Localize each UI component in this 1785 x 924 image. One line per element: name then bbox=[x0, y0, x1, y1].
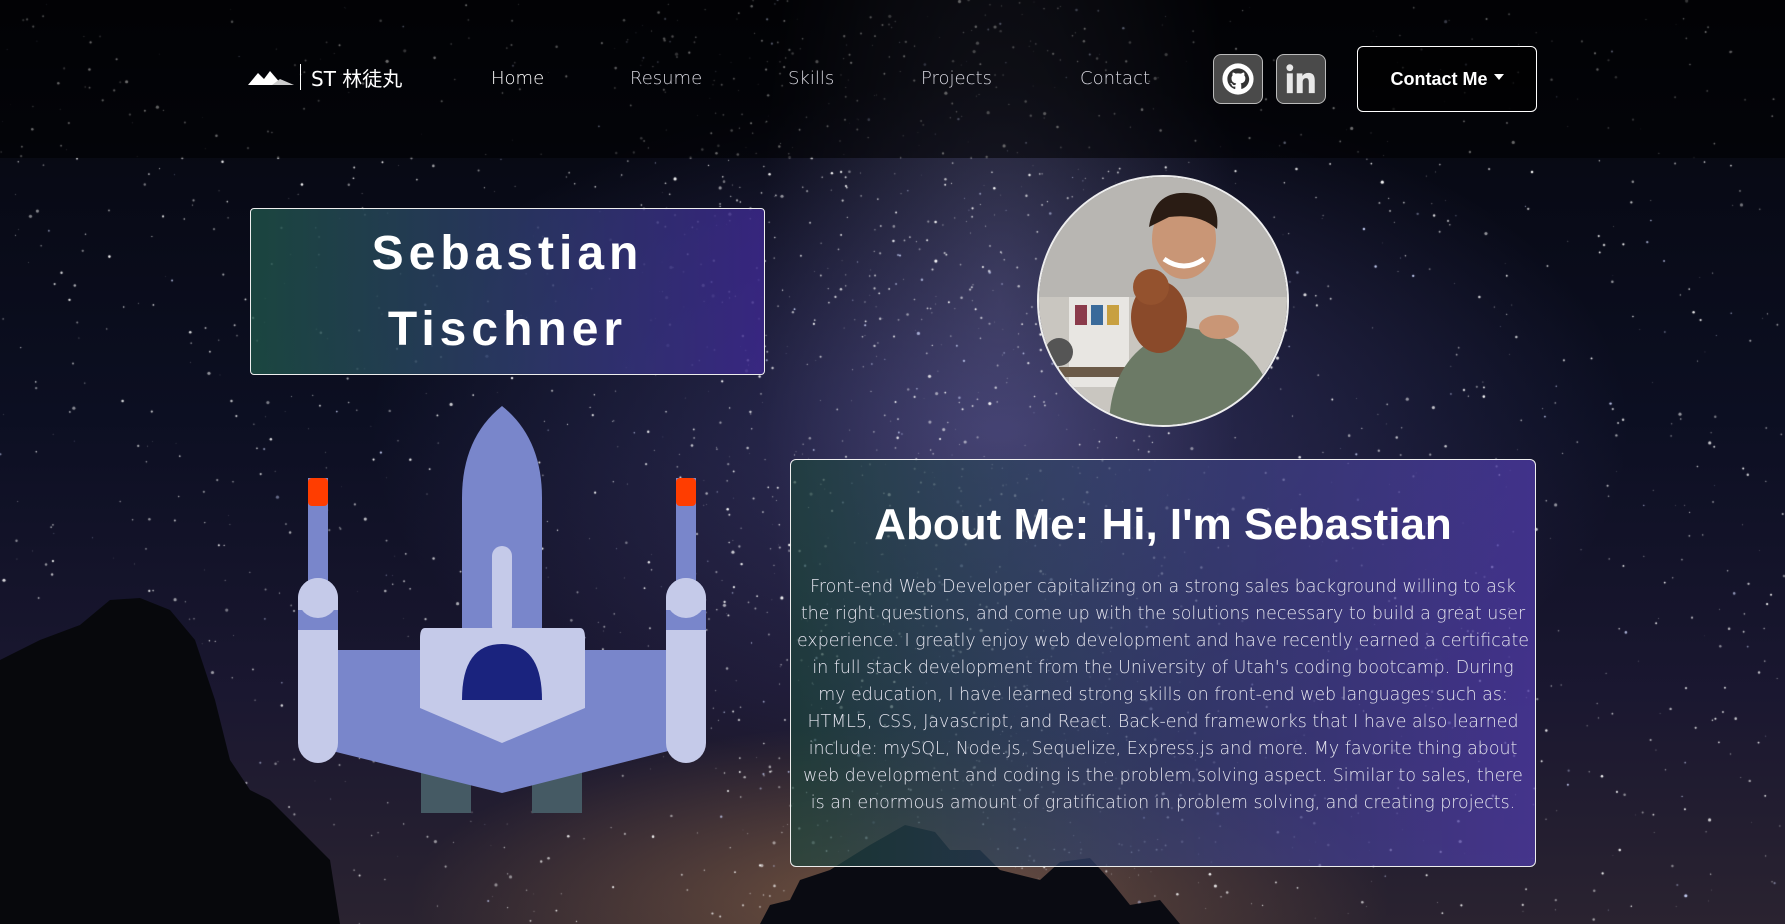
profile-photo-image bbox=[1039, 177, 1287, 425]
github-link[interactable] bbox=[1213, 54, 1263, 104]
nav-skills[interactable]: Skills bbox=[788, 68, 834, 89]
contact-me-label: Contact Me bbox=[1390, 68, 1488, 89]
name-first: Sebastian bbox=[371, 226, 644, 280]
github-icon bbox=[1222, 63, 1254, 95]
profile-photo bbox=[1037, 175, 1289, 427]
name-card: Sebastian Tischner bbox=[250, 208, 765, 375]
nav-resume[interactable]: Resume bbox=[630, 68, 702, 89]
name-last: Tischner bbox=[387, 302, 628, 356]
linkedin-icon bbox=[1286, 64, 1315, 94]
linkedin-link[interactable] bbox=[1276, 54, 1326, 104]
logo-divider bbox=[300, 64, 301, 90]
spaceship-illustration bbox=[298, 406, 706, 813]
about-card: About Me: Hi, I'm Sebastian Front-end We… bbox=[790, 459, 1536, 867]
mountain-logo-icon bbox=[248, 71, 294, 85]
top-navbar: ST 林徒丸 Home Resume Skills Projects Conta… bbox=[0, 0, 1785, 158]
about-body: Front-end Web Developer capitalizing on … bbox=[797, 577, 1529, 813]
caret-down-icon bbox=[1493, 74, 1504, 80]
nav-contact[interactable]: Contact bbox=[1080, 68, 1150, 89]
site-logo[interactable]: ST 林徒丸 bbox=[248, 62, 402, 92]
about-title: About Me: Hi, I'm Sebastian bbox=[874, 500, 1452, 549]
logo-text: ST 林徒丸 bbox=[311, 66, 403, 91]
nav-home[interactable]: Home bbox=[491, 68, 544, 89]
contact-me-dropdown-button[interactable]: Contact Me bbox=[1357, 46, 1537, 112]
nav-projects[interactable]: Projects bbox=[921, 68, 992, 89]
